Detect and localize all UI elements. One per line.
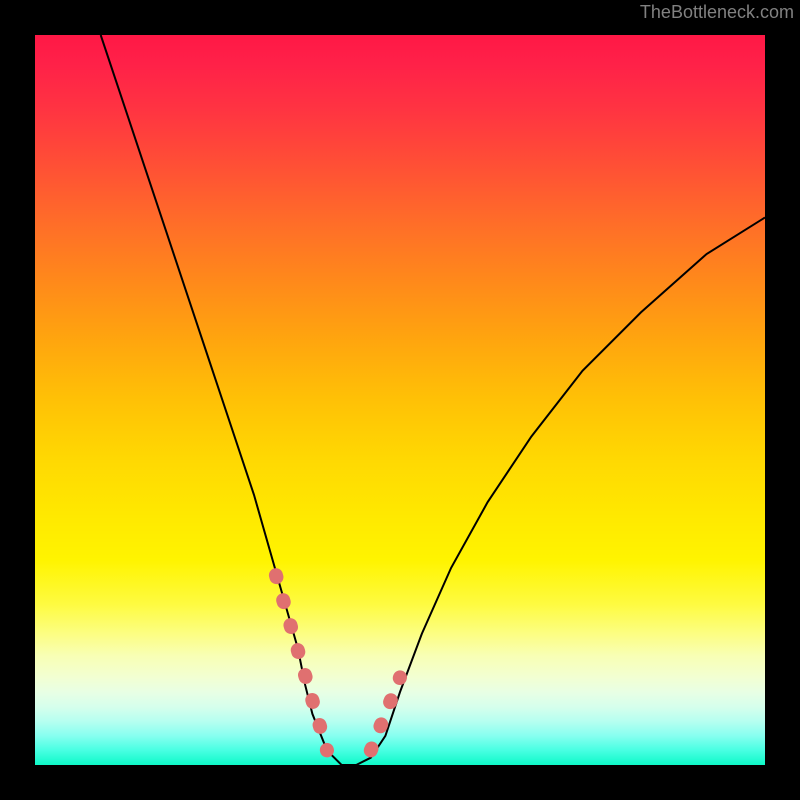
highlight-segment-1	[371, 677, 400, 750]
curve-line	[101, 35, 765, 765]
watermark-text: TheBottleneck.com	[640, 2, 794, 23]
chart-plot-area	[35, 35, 765, 765]
chart-svg	[35, 35, 765, 765]
highlight-overlay	[276, 575, 400, 750]
bottleneck-curve-path	[101, 35, 765, 765]
